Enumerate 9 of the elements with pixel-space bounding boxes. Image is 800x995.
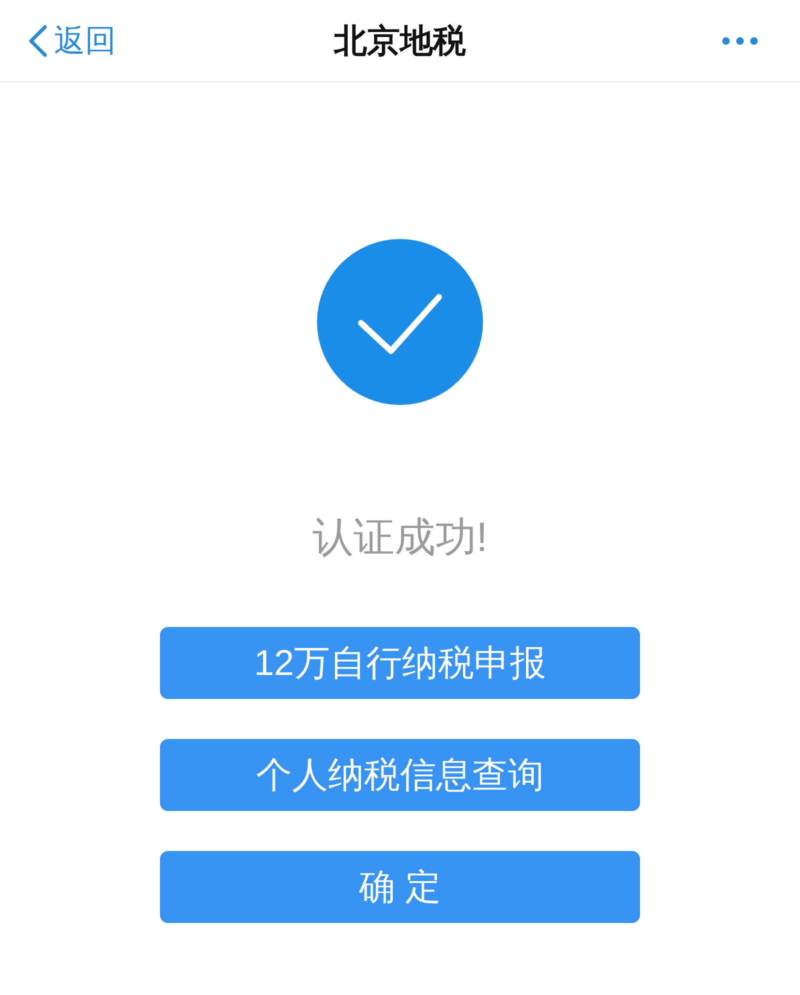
success-message: 认证成功!	[312, 517, 488, 558]
more-dots-icon	[722, 36, 758, 44]
action-button[interactable]: 确 定	[160, 851, 640, 923]
back-button[interactable]: 返回	[28, 24, 116, 56]
success-check-icon	[317, 239, 483, 405]
page-title: 北京地税	[334, 24, 466, 57]
action-button[interactable]: 12万自行纳税申报	[160, 627, 640, 699]
chevron-left-icon	[28, 24, 48, 56]
action-button[interactable]: 个人纳税信息查询	[160, 739, 640, 811]
